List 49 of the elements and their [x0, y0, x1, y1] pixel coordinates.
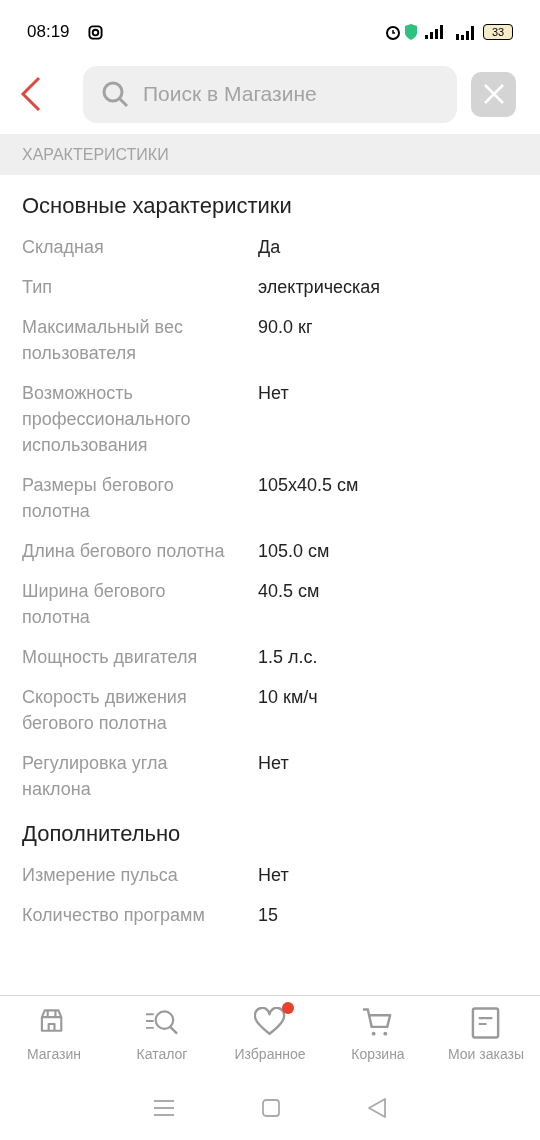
- search-field[interactable]: Поиск в Магазине: [83, 65, 457, 123]
- back-icon: [20, 76, 42, 112]
- spec-label: Длина бегового полотна: [22, 540, 226, 563]
- status-time: 08:19: [27, 21, 70, 44]
- spec-label: Складная: [22, 236, 105, 259]
- group-title: Дополнительно: [22, 820, 182, 848]
- alarm-icon: [385, 24, 401, 40]
- spec-label: Количество программ: [22, 904, 206, 927]
- spec-value: 40.5 см: [258, 580, 321, 603]
- cart-icon: [362, 1007, 394, 1039]
- signal-icon: [425, 25, 445, 39]
- spec-label: Измерение пульса: [22, 864, 179, 887]
- shield-icon: [405, 24, 417, 40]
- signal-4g-icon: [453, 24, 477, 40]
- spec-value: 1.5 л.с.: [258, 646, 319, 669]
- close-icon: [482, 83, 505, 105]
- group-title: Основные характеристики: [22, 192, 293, 220]
- spec-label: Возможность профессионального использования: [22, 382, 192, 457]
- spec-label: Максимальный вес пользователя: [22, 316, 184, 365]
- home-icon[interactable]: [262, 1098, 280, 1117]
- spec-label: Размеры бегового полотна: [22, 474, 175, 523]
- section-header: ХАРАКТЕРИСТИКИ: [0, 134, 540, 175]
- nav-tab[interactable]: Мои заказы: [432, 1006, 540, 1075]
- spec-label: Скорость движения бегового полотна: [22, 686, 188, 735]
- document-icon: [470, 1007, 502, 1039]
- spec-label: Мощность двигателя: [22, 646, 199, 669]
- spec-label: Тип: [22, 276, 53, 299]
- back-triangle-icon[interactable]: [368, 1097, 386, 1118]
- nav-tab[interactable]: Корзина: [324, 1006, 432, 1075]
- spec-value: 10 км/ч: [258, 686, 319, 709]
- spec-value: 90.0 кг: [258, 316, 314, 339]
- nav-tab[interactable]: Магазин: [0, 1006, 108, 1075]
- spec-value: Нет: [258, 864, 290, 887]
- battery-indicator: 33: [483, 24, 513, 40]
- spec-label: Регулировка угла наклона: [22, 752, 169, 801]
- spec-value: 105.0 см: [258, 540, 331, 563]
- spec-value: 105x40.5 см: [258, 474, 360, 497]
- spec-value: Да: [258, 236, 282, 259]
- spec-value: Нет: [258, 382, 290, 405]
- close-button[interactable]: [471, 71, 516, 117]
- camera-app-icon: [87, 24, 103, 40]
- menu-icon[interactable]: [154, 1099, 174, 1116]
- spec-value: Нет: [258, 752, 290, 775]
- search-icon: [101, 79, 129, 108]
- nav-tab[interactable]: Избранное: [216, 1006, 324, 1075]
- spec-value: электрическая: [258, 276, 382, 299]
- spec-value: 15: [258, 904, 280, 927]
- nav-tab[interactable]: Каталог: [108, 1006, 216, 1075]
- spec-label: Ширина бегового полотна: [22, 580, 167, 629]
